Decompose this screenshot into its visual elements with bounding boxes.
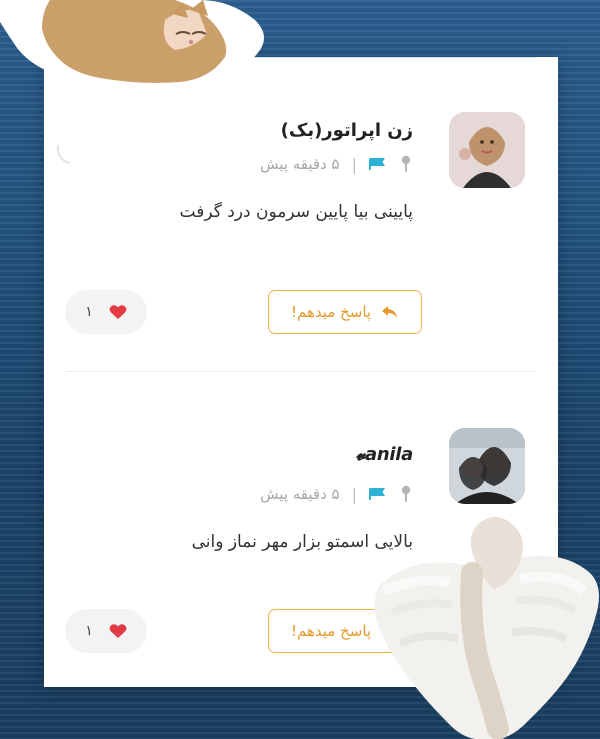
meta-separator: | <box>351 484 357 504</box>
reply-arrow-icon <box>381 623 399 639</box>
avatar-image <box>449 428 525 504</box>
avatar[interactable] <box>449 428 525 504</box>
reply-button[interactable]: پاسخ میدهم! <box>268 290 422 334</box>
pin-icon <box>399 485 413 503</box>
like-button[interactable]: ۱ <box>65 290 147 334</box>
reply-button-label: پاسخ میدهم! <box>290 622 372 640</box>
avatar[interactable] <box>449 112 525 188</box>
heart-icon <box>109 623 127 639</box>
like-button[interactable]: ۱ <box>65 609 147 653</box>
avatar-image <box>449 112 525 188</box>
comment-item: زن اپراتور(بک) | ۵ دقیقه پیش پایینی بیا … <box>44 57 558 372</box>
like-count: ۱ <box>85 304 93 320</box>
heart-icon <box>109 304 127 320</box>
username[interactable]: 𝓿anila <box>356 444 414 465</box>
comment-time: ۵ دقیقه پیش <box>260 155 340 173</box>
comment-text: پایینی بیا پایین سرمون درد گرفت <box>179 202 413 222</box>
flag-icon[interactable] <box>369 157 387 171</box>
reply-button[interactable]: پاسخ میدهم! <box>268 609 422 653</box>
pin-icon <box>399 155 413 173</box>
comment-item: 𝓿anila | ۵ دقیقه پیش بالایی اسمتو بزار م… <box>44 372 558 687</box>
meta-separator: | <box>351 154 357 174</box>
reply-arrow-icon <box>381 304 399 320</box>
comment-meta: | ۵ دقیقه پیش <box>260 154 413 174</box>
reply-button-label: پاسخ میدهم! <box>290 303 372 321</box>
flag-icon[interactable] <box>369 487 387 501</box>
like-count: ۱ <box>85 623 93 639</box>
username[interactable]: زن اپراتور(بک) <box>281 120 413 141</box>
comment-meta: | ۵ دقیقه پیش <box>260 484 413 504</box>
comments-card: زن اپراتور(بک) | ۵ دقیقه پیش پایینی بیا … <box>44 57 558 687</box>
comment-text: بالایی اسمتو بزار مهر نماز وانی <box>191 532 413 552</box>
comment-time: ۵ دقیقه پیش <box>260 485 340 503</box>
